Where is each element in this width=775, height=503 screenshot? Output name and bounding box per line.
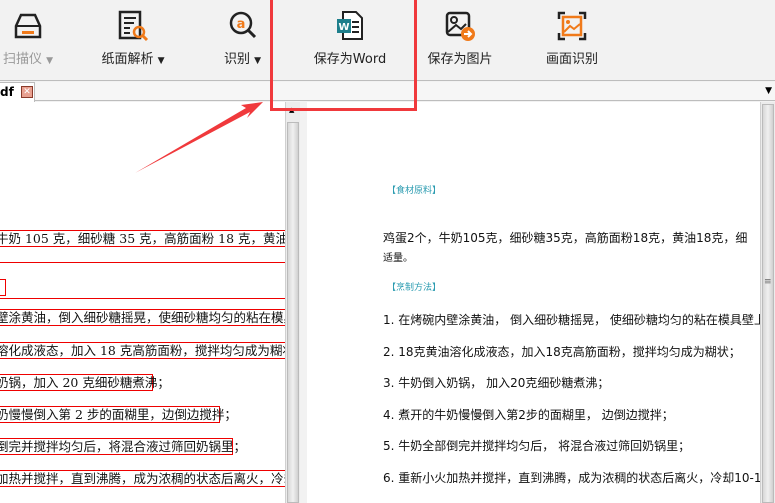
annotation-arrow-icon xyxy=(135,102,263,173)
